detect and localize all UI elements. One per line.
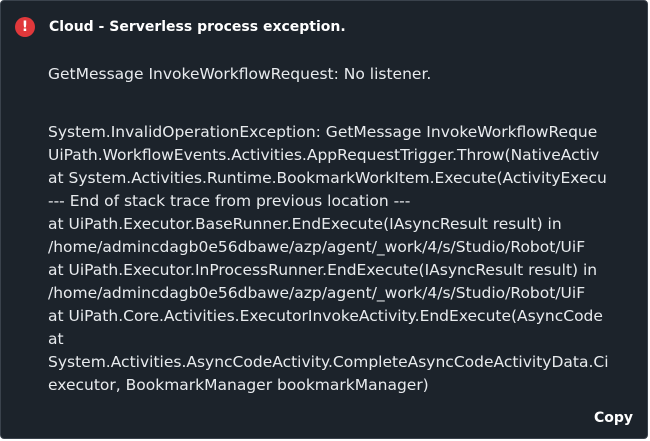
stack-trace-line: executor, BookmarkManager bookmarkManage… — [48, 376, 429, 394]
stack-trace-line: /home/admincdagb0e56dbawe/azp/agent/_wor… — [48, 284, 586, 302]
error-notification: ! Cloud - Serverless process exception. … — [0, 0, 648, 439]
stack-trace-line: --- End of stack trace from previous loc… — [48, 192, 411, 210]
stack-trace-line: at UiPath.Core.Activities.ExecutorInvoke… — [48, 307, 603, 325]
notification-body: GetMessage InvokeWorkflowRequest: No lis… — [48, 1, 626, 438]
stack-trace-line: at UiPath.Executor.BaseRunner.EndExecute… — [48, 215, 562, 233]
error-icon: ! — [15, 17, 35, 37]
stack-trace-line: UiPath.WorkflowEvents.Activities.AppRequ… — [48, 146, 600, 164]
stack-trace-line: System.InvalidOperationException: GetMes… — [48, 123, 598, 141]
stack-trace-line: at UiPath.Executor.InProcessRunner.EndEx… — [48, 261, 598, 279]
stack-trace-line: at — [48, 330, 64, 348]
stack-trace-line: System.Activities.AsyncCodeActivity.Comp… — [48, 353, 609, 371]
stack-trace-line: /home/admincdagb0e56dbawe/azp/agent/_wor… — [48, 238, 586, 256]
stack-trace: System.InvalidOperationException: GetMes… — [48, 121, 626, 397]
error-message: GetMessage InvokeWorkflowRequest: No lis… — [48, 65, 432, 83]
copy-button[interactable]: Copy — [583, 408, 635, 428]
stack-trace-line: at System.Activities.Runtime.BookmarkWor… — [48, 169, 607, 187]
